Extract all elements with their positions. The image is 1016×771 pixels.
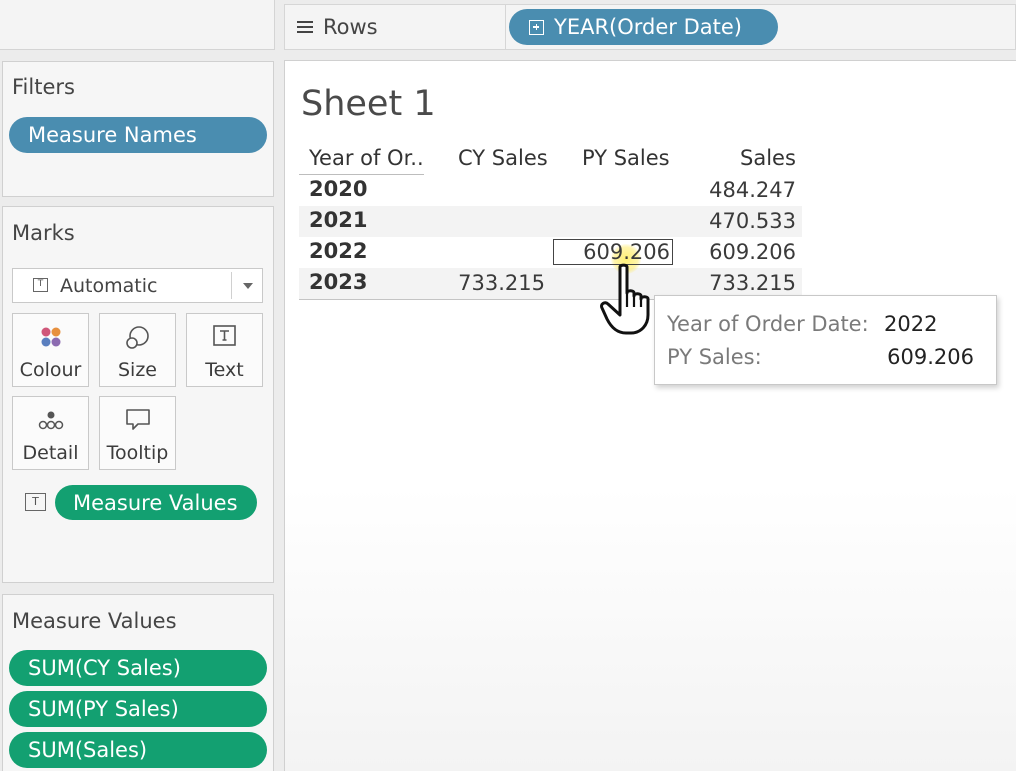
row-header-2022[interactable]: 2022 — [309, 239, 367, 263]
tooltip-year-label: Year of Order Date: — [667, 312, 869, 336]
shelf-blank-area — [0, 0, 275, 50]
cell-sales-2020[interactable]: 484.247 — [660, 178, 796, 202]
tooltip-button-label: Tooltip — [106, 442, 169, 464]
column-header-sales[interactable]: Sales — [740, 146, 796, 170]
sheet-title: Sheet 1 — [301, 84, 436, 124]
row-header-2021[interactable]: 2021 — [309, 208, 367, 232]
text-mark-icon: T — [33, 278, 48, 292]
cell-cy-sales-2023[interactable]: 733.215 — [420, 271, 545, 295]
sum-sales-pill[interactable]: SUM(Sales) — [9, 732, 267, 768]
chevron-down-icon[interactable] — [243, 283, 253, 289]
sum-cy-sales-label: SUM(CY Sales) — [28, 656, 181, 680]
expand-plus-icon[interactable] — [529, 19, 544, 35]
colour-button-label: Colour — [19, 359, 82, 381]
measure-names-pill-label: Measure Names — [28, 123, 197, 147]
text-encoding-icon: T — [25, 493, 46, 511]
text-button-label: Text — [205, 359, 244, 381]
column-header-cy-sales[interactable]: CY Sales — [458, 146, 548, 170]
text-button[interactable]: Text — [186, 313, 263, 387]
sum-py-sales-pill[interactable]: SUM(PY Sales) — [9, 691, 267, 727]
size-button-label: Size — [117, 359, 157, 381]
sum-py-sales-label: SUM(PY Sales) — [28, 697, 179, 721]
detail-dots-icon — [38, 411, 63, 430]
detail-button[interactable]: Detail — [12, 396, 89, 470]
speech-bubble-icon — [125, 409, 150, 430]
measure-values-title: Measure Values — [12, 609, 177, 633]
size-circles-icon — [125, 326, 149, 349]
hand-pointer-icon — [600, 263, 650, 335]
rows-shelf-label: Rows — [284, 4, 506, 50]
column-header-year[interactable]: Year of Or.. — [309, 146, 424, 170]
mark-type-dropdown[interactable]: T Automatic — [12, 268, 263, 303]
year-order-date-pill[interactable]: YEAR(Order Date) — [509, 9, 778, 45]
rows-list-icon — [297, 20, 313, 34]
row-header-2020[interactable]: 2020 — [309, 177, 367, 201]
tooltip-year-value: 2022 — [884, 312, 938, 336]
tooltip-button[interactable]: Tooltip — [99, 396, 176, 470]
size-button[interactable]: Size — [99, 313, 176, 387]
filters-title: Filters — [12, 75, 75, 99]
text-t-icon — [212, 325, 236, 346]
dropdown-separator — [231, 272, 232, 299]
marks-title: Marks — [12, 221, 75, 245]
mark-type-label: Automatic — [60, 275, 158, 297]
tooltip-py-sales-value: 609.206 — [887, 345, 974, 369]
colour-dots-icon — [41, 327, 60, 347]
column-header-py-sales[interactable]: PY Sales — [582, 146, 670, 170]
sum-sales-label: SUM(Sales) — [28, 738, 148, 762]
year-order-date-pill-label: YEAR(Order Date) — [554, 15, 742, 39]
detail-button-label: Detail — [22, 442, 79, 464]
cell-sales-2022[interactable]: 609.206 — [660, 240, 796, 264]
measure-values-text-pill-label: Measure Values — [73, 490, 238, 515]
row-header-2023[interactable]: 2023 — [309, 270, 367, 294]
measure-values-text-pill[interactable]: Measure Values — [55, 485, 257, 520]
marks-card — [2, 206, 274, 583]
sum-cy-sales-pill[interactable]: SUM(CY Sales) — [9, 650, 267, 686]
rows-label-text: Rows — [323, 15, 378, 39]
cell-sales-2023[interactable]: 733.215 — [660, 271, 796, 295]
tooltip-popup — [654, 295, 997, 385]
cell-py-sales-2022[interactable]: 609.206 — [553, 240, 670, 264]
cell-sales-2021[interactable]: 470.533 — [660, 209, 796, 233]
tooltip-py-sales-label: PY Sales: — [667, 345, 762, 369]
colour-button[interactable]: Colour — [12, 313, 89, 387]
measure-names-filter-pill[interactable]: Measure Names — [9, 117, 267, 153]
